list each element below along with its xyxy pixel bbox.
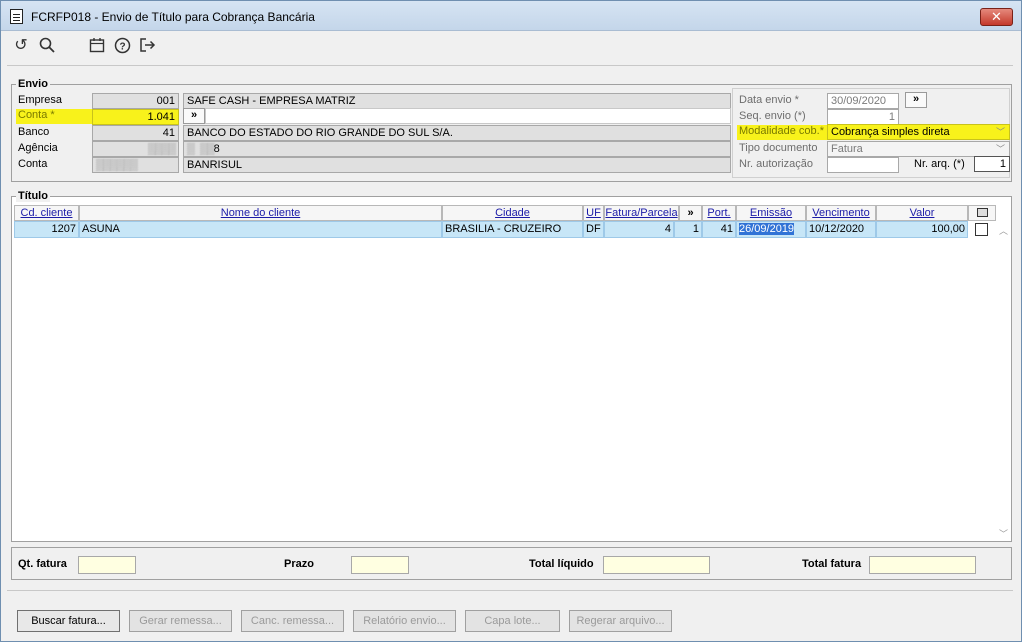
conta-lookup-button[interactable]: » bbox=[183, 108, 205, 124]
col-cd-cliente[interactable]: Cd. cliente bbox=[14, 205, 79, 221]
agencia-code-field: ▒▒▒▒ bbox=[92, 141, 179, 157]
seq-envio-field: 1 bbox=[827, 109, 899, 125]
empresa-code-field: 001 bbox=[92, 93, 179, 109]
agencia-name-field: ▒ ▒▒8 bbox=[183, 141, 731, 157]
totals-bar bbox=[11, 547, 1012, 580]
titulo-group-label: Título bbox=[16, 190, 50, 202]
cell-parcela: 1 bbox=[674, 221, 702, 238]
svg-text:?: ? bbox=[119, 42, 125, 53]
nr-autorizacao-input[interactable] bbox=[827, 157, 899, 173]
modalidade-value: Cobrança simples direta bbox=[831, 126, 950, 138]
cell-fatura: 4 bbox=[604, 221, 674, 238]
conta-description-field bbox=[205, 108, 731, 124]
search-icon[interactable] bbox=[38, 37, 56, 55]
total-fatura-label: Total fatura bbox=[802, 558, 862, 570]
tipo-doc-label: Tipo documento bbox=[739, 142, 818, 154]
cell-emissao-value: 26/09/2019 bbox=[739, 223, 795, 235]
grid-header: Cd. cliente Nome do cliente Cidade UF Fa… bbox=[14, 205, 997, 221]
cell-select bbox=[968, 221, 996, 238]
conta-input[interactable]: 1.041 bbox=[92, 109, 179, 125]
cell-cidade: BRASILIA - CRUZEIRO bbox=[442, 221, 583, 238]
titulo-group bbox=[11, 196, 1012, 542]
scroll-up-icon[interactable]: ︿ bbox=[999, 224, 1008, 237]
cell-port: 41 bbox=[702, 221, 736, 238]
col-vencimento[interactable]: Vencimento bbox=[806, 205, 876, 221]
envio-group-label: Envio bbox=[16, 78, 50, 90]
nr-arq-input[interactable]: 1 bbox=[974, 156, 1010, 172]
calendar-icon[interactable] bbox=[88, 37, 106, 55]
buscar-fatura-button[interactable]: Buscar fatura... bbox=[17, 610, 120, 632]
empresa-label: Empresa bbox=[18, 94, 63, 106]
agencia-label: Agência bbox=[18, 142, 58, 154]
gerar-remessa-button[interactable]: Gerar remessa... bbox=[129, 610, 232, 632]
cell-uf: DF bbox=[583, 221, 604, 238]
banco-label: Banco bbox=[18, 126, 50, 138]
col-emissao[interactable]: Emissão bbox=[736, 205, 806, 221]
prazo-label: Prazo bbox=[284, 558, 314, 570]
select-all-checkbox-icon bbox=[976, 208, 988, 217]
undo-icon[interactable]: ↺ bbox=[12, 37, 30, 55]
total-liquido-label: Total líquido bbox=[529, 558, 594, 570]
close-button[interactable]: ✕ bbox=[980, 8, 1013, 26]
qt-fatura-field bbox=[78, 556, 136, 574]
col-fatura-parcela[interactable]: Fatura/Parcela bbox=[604, 205, 679, 221]
tipo-doc-value: Fatura bbox=[831, 143, 863, 155]
banco-name-field: BANCO DO ESTADO DO RIO GRANDE DO SUL S/A… bbox=[183, 125, 731, 141]
capa-lote-button[interactable]: Capa lote... bbox=[465, 610, 560, 632]
main-window: FCRFP018 - Envio de Título para Cobrança… bbox=[0, 0, 1022, 642]
table-row[interactable]: 1207 ASUNA BRASILIA - CRUZEIRO DF 4 1 41… bbox=[14, 221, 997, 238]
qt-fatura-label: Qt. fatura bbox=[18, 558, 67, 570]
modalidade-label: Modalidade cob.* bbox=[737, 125, 827, 140]
col-nome-cliente[interactable]: Nome do cliente bbox=[79, 205, 442, 221]
scroll-down-icon[interactable]: ﹀ bbox=[999, 527, 1008, 540]
relatorio-envio-button[interactable]: Relatório envio... bbox=[353, 610, 456, 632]
toolbar-separator bbox=[7, 65, 1013, 66]
chevron-down-icon: ﹀ bbox=[995, 144, 1005, 154]
window-title: FCRFP018 - Envio de Título para Cobrança… bbox=[31, 10, 315, 24]
col-port[interactable]: Port. bbox=[702, 205, 736, 221]
col-valor[interactable]: Valor bbox=[876, 205, 968, 221]
conta2-name-field: BANRISUL bbox=[183, 157, 731, 173]
prazo-field bbox=[351, 556, 409, 574]
title-bar: FCRFP018 - Envio de Título para Cobrança… bbox=[1, 1, 1021, 31]
document-icon bbox=[10, 9, 23, 24]
exit-icon[interactable] bbox=[138, 37, 156, 55]
conta2-label: Conta bbox=[18, 158, 48, 170]
modalidade-select[interactable]: Cobrança simples direta ﹀ bbox=[827, 124, 1010, 140]
total-liquido-field bbox=[603, 556, 710, 574]
total-fatura-field bbox=[869, 556, 976, 574]
cell-valor: 100,00 bbox=[876, 221, 968, 238]
banco-code-field: 41 bbox=[92, 125, 179, 141]
agencia-value: 8 bbox=[213, 143, 220, 155]
col-more-button[interactable]: » bbox=[679, 205, 702, 221]
help-icon[interactable]: ? bbox=[113, 37, 131, 55]
nr-autorizacao-label: Nr. autorização bbox=[739, 158, 813, 170]
regerar-arquivo-button[interactable]: Regerar arquivo... bbox=[569, 610, 672, 632]
chevron-down-icon: ﹀ bbox=[995, 127, 1005, 137]
seq-envio-label: Seq. envio (*) bbox=[739, 110, 806, 122]
data-envio-label: Data envio * bbox=[739, 94, 799, 106]
data-envio-input[interactable]: 30/09/2020 bbox=[827, 93, 899, 109]
cell-nome-cliente: ASUNA bbox=[79, 221, 442, 238]
col-uf[interactable]: UF bbox=[583, 205, 604, 221]
canc-remessa-button[interactable]: Canc. remessa... bbox=[241, 610, 344, 632]
cell-cd-cliente: 1207 bbox=[14, 221, 79, 238]
row-checkbox[interactable] bbox=[975, 223, 988, 236]
cell-vencimento: 10/12/2020 bbox=[806, 221, 876, 238]
cell-emissao[interactable]: 26/09/2019 bbox=[736, 221, 806, 238]
tipo-doc-select[interactable]: Fatura ﹀ bbox=[827, 141, 1010, 157]
conta2-code-field: ▒▒▒▒▒▒ bbox=[92, 157, 179, 173]
col-cidade[interactable]: Cidade bbox=[442, 205, 583, 221]
data-envio-button[interactable]: » bbox=[905, 92, 927, 108]
empresa-name-field: SAFE CASH - EMPRESA MATRIZ bbox=[183, 93, 731, 109]
nr-arq-label: Nr. arq. (*) bbox=[914, 158, 965, 170]
bottom-separator bbox=[7, 590, 1013, 591]
col-select-all[interactable] bbox=[968, 205, 996, 221]
